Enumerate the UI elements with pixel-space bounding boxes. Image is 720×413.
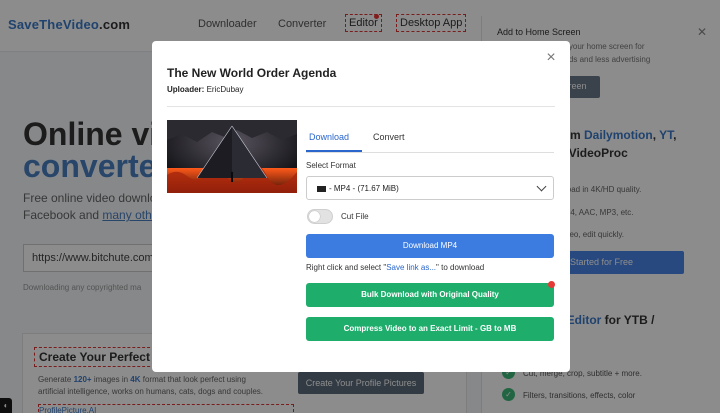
tab-divider: [306, 152, 554, 153]
format-select[interactable]: - MP4 - (71.67 MiB): [306, 176, 554, 200]
chevron-down-icon: [536, 181, 547, 192]
select-format-label: Select Format: [306, 161, 356, 170]
film-icon: [317, 185, 326, 192]
compress-video-button[interactable]: Compress Video to an Exact Limit - GB to…: [306, 317, 554, 341]
modal-divider: [167, 106, 555, 107]
notification-dot: [548, 281, 555, 288]
format-select-value: - MP4 - (71.67 MiB): [329, 184, 399, 193]
tab-download[interactable]: Download: [309, 132, 349, 142]
save-link-as-text: Save link as...: [386, 263, 437, 272]
cut-file-label: Cut File: [341, 212, 369, 221]
video-thumbnail: [167, 120, 297, 193]
cut-file-toggle[interactable]: [307, 209, 333, 224]
download-modal: The New World Order Agenda Uploader: Eri…: [152, 41, 570, 372]
toggle-knob: [309, 211, 320, 222]
download-mp4-button[interactable]: Download MP4: [306, 234, 554, 258]
uploader-line: Uploader: EricDubay: [167, 85, 244, 94]
tab-convert[interactable]: Convert: [373, 132, 405, 142]
bulk-download-button[interactable]: Bulk Download with Original Quality: [306, 281, 555, 307]
bulk-download-label: Bulk Download with Original Quality: [361, 290, 499, 299]
save-link-hint: Right click and select "Save link as..."…: [306, 263, 485, 272]
video-title: The New World Order Agenda: [167, 66, 337, 80]
uploader-name: EricDubay: [206, 85, 244, 94]
close-icon[interactable]: ×: [543, 50, 559, 66]
